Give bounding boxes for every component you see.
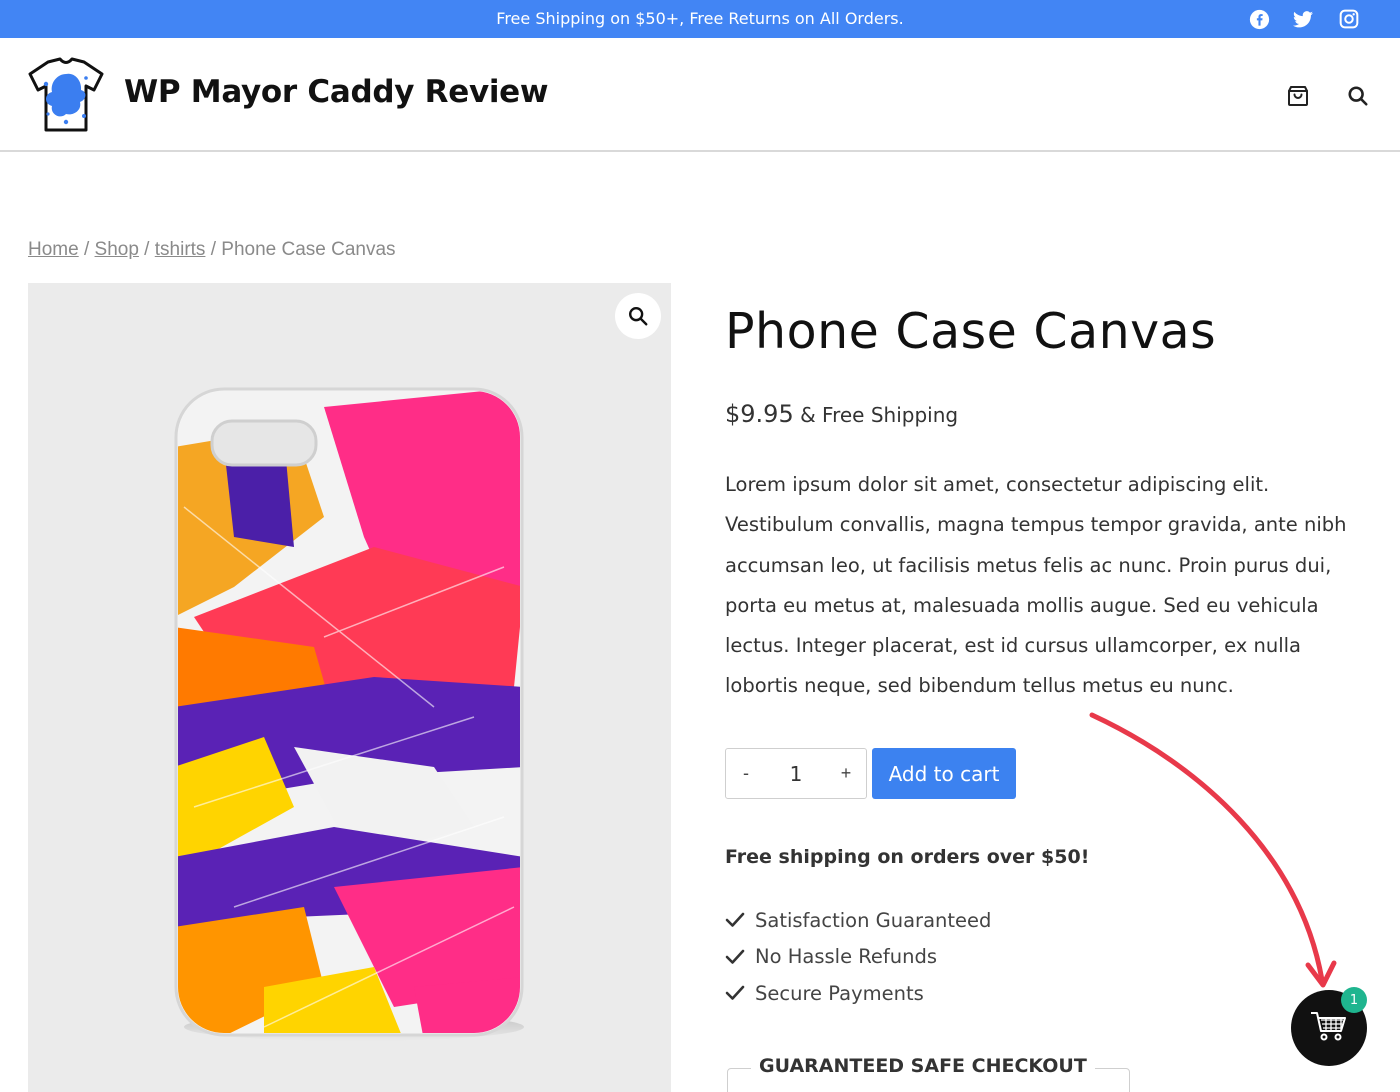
feature-list: Satisfaction Guaranteed No Hassle Refund… <box>725 902 991 1012</box>
list-item: Satisfaction Guaranteed <box>725 902 991 939</box>
breadcrumb-home-link[interactable]: Home <box>28 239 79 260</box>
check-icon <box>725 912 755 928</box>
breadcrumb-separator: / <box>205 239 222 260</box>
breadcrumb-separator: / <box>138 239 155 260</box>
feature-label: Satisfaction Guaranteed <box>755 908 992 932</box>
twitter-icon[interactable] <box>1292 8 1314 30</box>
add-to-cart-button[interactable]: Add to cart <box>872 748 1016 799</box>
breadcrumb-category-link[interactable]: tshirts <box>155 239 206 260</box>
list-item: No Hassle Refunds <box>725 939 991 976</box>
facebook-icon[interactable] <box>1248 8 1270 30</box>
quantity-input[interactable]: 1 <box>766 762 826 786</box>
site-header: WP Mayor Caddy Review <box>0 38 1400 152</box>
quantity-increase-button[interactable]: + <box>826 763 866 784</box>
announcement-bar: Free Shipping on $50+, Free Returns on A… <box>0 0 1400 38</box>
product-price: $9.95 & Free Shipping <box>725 400 958 428</box>
shopping-bag-icon[interactable] <box>1284 82 1312 110</box>
product-image[interactable] <box>174 387 524 1041</box>
search-icon[interactable] <box>1344 82 1372 110</box>
announcement-text: Free Shipping on $50+, Free Returns on A… <box>496 9 904 28</box>
annotation-arrow-icon <box>1089 712 1337 988</box>
quantity-decrease-button[interactable]: - <box>726 763 766 784</box>
zoom-button[interactable] <box>615 293 661 339</box>
product-title: Phone Case Canvas <box>725 303 1217 360</box>
site-title[interactable]: WP Mayor Caddy Review <box>124 74 549 110</box>
cart-icon <box>1310 1010 1348 1047</box>
breadcrumb-shop-link[interactable]: Shop <box>95 239 139 260</box>
shipping-heading: Free shipping on orders over $50! <box>725 846 1090 868</box>
check-icon <box>725 985 755 1001</box>
check-icon <box>725 949 755 965</box>
cart-count-badge: 1 <box>1341 987 1367 1013</box>
tshirt-logo-icon[interactable] <box>26 56 106 134</box>
product-description: Lorem ipsum dolor sit amet, consectetur … <box>725 473 1347 698</box>
feature-label: Secure Payments <box>755 981 924 1005</box>
breadcrumb: Home / Shop / tshirts / Phone Case Canva… <box>28 239 396 261</box>
price-amount: $9.95 <box>725 400 794 428</box>
list-item: Secure Payments <box>725 975 991 1012</box>
safe-checkout-label: GUARANTEED SAFE CHECKOUT <box>751 1055 1095 1077</box>
breadcrumb-current: Phone Case Canvas <box>221 239 396 260</box>
instagram-icon[interactable] <box>1338 8 1360 30</box>
quantity-stepper[interactable]: - 1 + <box>725 748 867 799</box>
breadcrumb-separator: / <box>78 239 95 260</box>
price-note: & Free Shipping <box>793 403 959 427</box>
product-gallery[interactable] <box>28 283 671 1092</box>
feature-label: No Hassle Refunds <box>755 945 938 969</box>
